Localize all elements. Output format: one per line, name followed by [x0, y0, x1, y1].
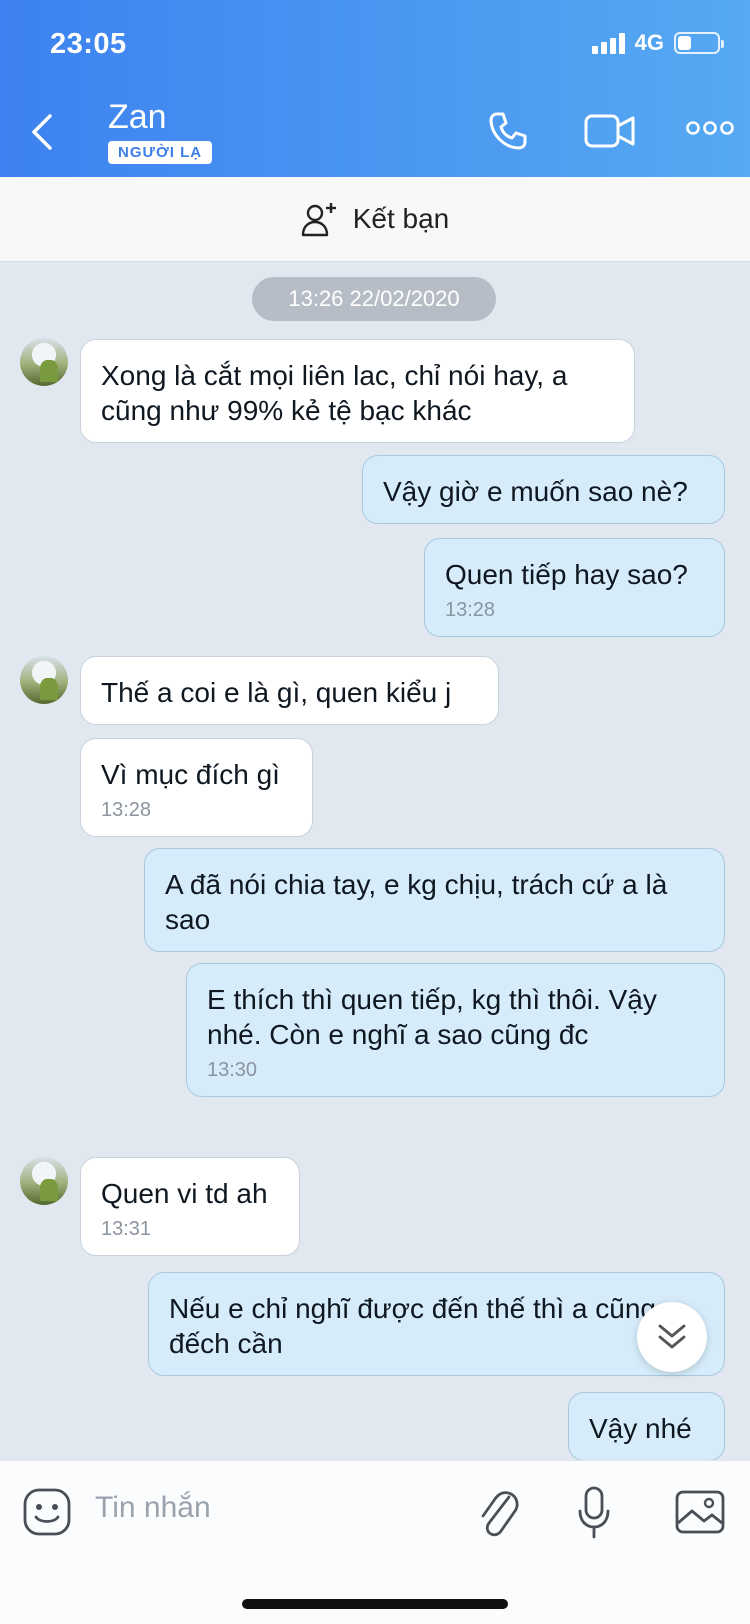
message-time: 13:31 [101, 1218, 152, 1240]
battery-icon [674, 32, 724, 54]
message-time: 13:28 [445, 599, 496, 621]
message-bubble[interactable]: Xong là cắt mọi liên lac, chỉ nói hay, a… [80, 339, 635, 443]
message-bubble[interactable]: A đã nói chia tay, e kg chịu, trách cứ a… [144, 848, 725, 952]
microphone-icon[interactable] [576, 1485, 612, 1541]
message-text: Quen vi td ah [101, 1178, 268, 1209]
add-friend-icon [301, 203, 336, 237]
message-text: A đã nói chia tay, e kg chịu, trách cứ a… [165, 869, 668, 935]
chat-area[interactable]: 13:26 22/02/2020 Xong là cắt mọi liên la… [0, 262, 750, 1460]
message-bubble[interactable]: Vậy giờ e muốn sao nè? [362, 455, 725, 524]
avatar[interactable] [20, 338, 68, 386]
video-call-icon[interactable] [584, 112, 636, 150]
status-indicators: 4G [591, 30, 724, 56]
avatar[interactable] [20, 1157, 68, 1205]
image-icon[interactable] [674, 1489, 726, 1535]
attachment-icon[interactable] [475, 1485, 521, 1539]
message-text: Vậy nhé [589, 1413, 692, 1444]
add-friend-bar[interactable]: Kết bạn [0, 177, 750, 262]
phone-icon[interactable] [485, 108, 531, 154]
message-bubble[interactable]: Thế a coi e là gì, quen kiểu j [80, 656, 499, 725]
message-text: Thế a coi e là gì, quen kiểu j [101, 677, 452, 708]
more-icon[interactable] [686, 120, 734, 136]
chevron-double-down-icon [658, 1324, 686, 1349]
stranger-badge: NGƯỜI LẠ [108, 141, 213, 164]
message-time: 13:30 [207, 1059, 258, 1081]
message-bubble[interactable]: Quen tiếp hay sao? 13:28 [424, 538, 725, 637]
chat-header: 23:05 4G Zan NGƯỜI LẠ [0, 0, 750, 177]
message-text: Quen tiếp hay sao? [445, 559, 688, 590]
message-bubble[interactable]: Quen vi td ah 13:31 [80, 1157, 300, 1256]
back-icon[interactable] [28, 112, 58, 152]
message-time: 13:28 [101, 799, 152, 821]
network-label: 4G [634, 30, 664, 55]
message-text: Vì mục đích gì [101, 759, 280, 790]
message-text: Nếu e chỉ nghĩ được đến thế thì a cũng đ… [169, 1293, 656, 1359]
avatar[interactable] [20, 656, 68, 704]
message-text: E thích thì quen tiếp, kg thì thôi. Vậy … [207, 984, 657, 1050]
add-friend-label: Kết bạn [352, 203, 450, 234]
message-bubble[interactable]: Vì mục đích gì 13:28 [80, 738, 313, 837]
status-time: 23:05 [50, 28, 127, 60]
message-input[interactable]: Tin nhắn [95, 1491, 211, 1525]
scroll-to-bottom-button[interactable] [637, 1302, 707, 1372]
message-bubble[interactable]: E thích thì quen tiếp, kg thì thôi. Vậy … [186, 963, 725, 1097]
message-text: Vậy giờ e muốn sao nè? [383, 476, 688, 507]
sticker-icon[interactable] [22, 1487, 72, 1537]
message-input-bar: Tin nhắn [0, 1460, 750, 1624]
signal-icon [591, 32, 625, 54]
contact-name[interactable]: Zan [108, 98, 167, 137]
home-indicator [242, 1599, 508, 1609]
message-text: Xong là cắt mọi liên lac, chỉ nói hay, a… [101, 360, 568, 426]
date-separator: 13:26 22/02/2020 [252, 277, 496, 321]
message-bubble[interactable]: Vậy nhé [568, 1392, 725, 1460]
